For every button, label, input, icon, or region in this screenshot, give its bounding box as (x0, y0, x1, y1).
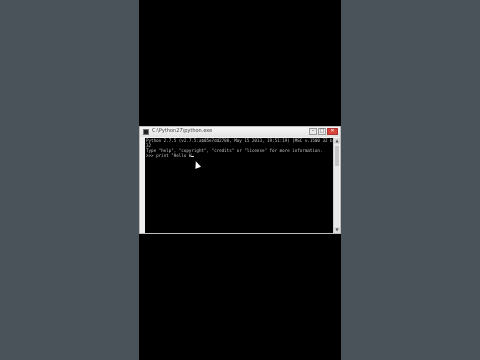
scroll-up-icon[interactable]: ▲ (334, 138, 340, 144)
console-prompt-line: >>> print "Hello W (146, 153, 332, 158)
scroll-down-icon[interactable]: ▼ (334, 227, 340, 233)
terminal-icon (143, 129, 149, 135)
console-output[interactable]: Python 2.7.5 (v2.7.5:ab05e7dd2788, May 1… (145, 138, 333, 233)
close-button[interactable]: ✕ (327, 128, 338, 135)
minimize-button[interactable]: – (309, 128, 317, 135)
console-line: Python 2.7.5 (v2.7.5:ab05e7dd2788, May 1… (146, 138, 333, 143)
window-title: C:\Python27\python.exe (152, 128, 213, 134)
console-input-text: >>> print "Hello W (146, 153, 192, 158)
maximize-button[interactable]: □ (318, 128, 326, 135)
left-letterbox (0, 0, 139, 360)
vertical-scrollbar[interactable]: ▲ ▼ (333, 138, 340, 233)
window-controls: – □ ✕ (309, 128, 338, 136)
scrollbar-thumb[interactable] (335, 146, 339, 166)
right-letterbox (341, 0, 480, 360)
window-titlebar[interactable]: C:\Python27\python.exe – □ ✕ (140, 127, 340, 137)
python-console-window[interactable]: C:\Python27\python.exe – □ ✕ Python 2.7.… (139, 126, 341, 234)
text-cursor (191, 156, 195, 157)
